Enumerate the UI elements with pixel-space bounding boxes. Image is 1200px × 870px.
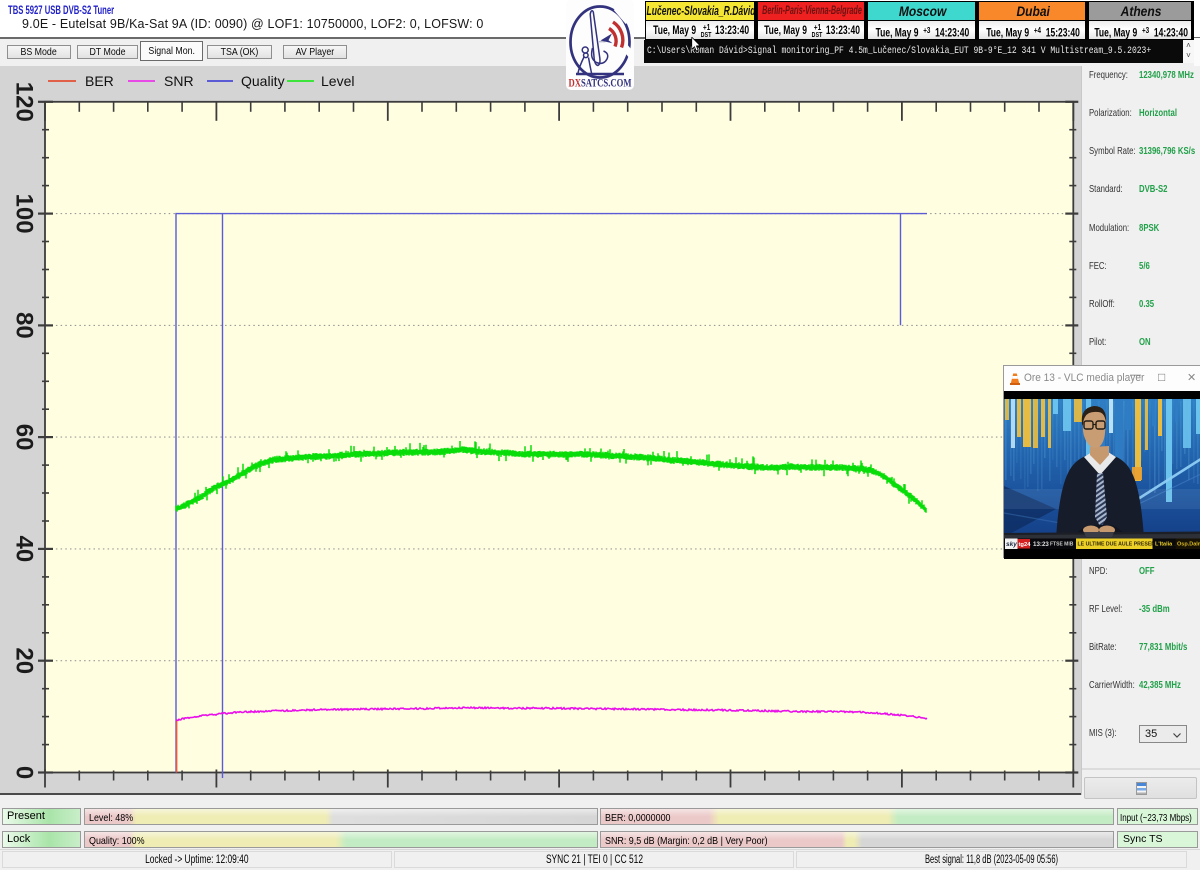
svg-text:0: 0 [11,766,38,779]
svg-text:100: 100 [11,194,38,234]
svg-text:20: 20 [11,647,38,674]
svg-text:Osp.Dalm.: Osp.Dalm. [1177,542,1200,548]
svg-text:DXSATCS.COM: DXSATCS.COM [569,76,632,90]
svg-text:60: 60 [11,424,38,451]
svg-text:80: 80 [11,312,38,339]
svg-text:120: 120 [11,82,38,122]
svg-text:40: 40 [11,536,38,563]
svg-text:13:23: 13:23 [1033,541,1049,548]
svg-text:sky: sky [1006,541,1017,548]
svg-text:L'Italia: L'Italia [1155,542,1173,548]
svg-text:tg24: tg24 [1019,542,1032,548]
